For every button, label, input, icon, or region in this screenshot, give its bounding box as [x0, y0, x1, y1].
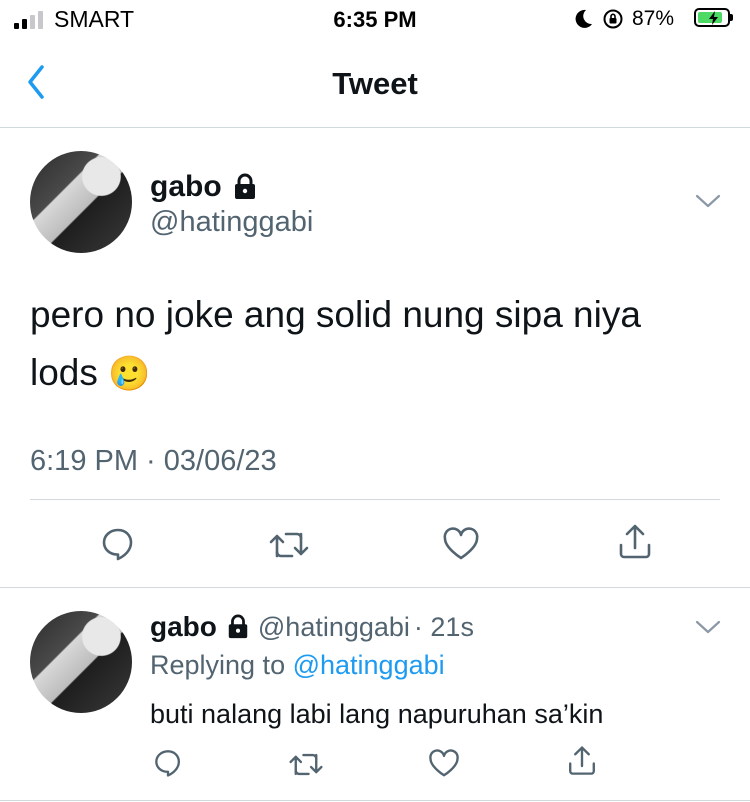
- avatar[interactable]: [30, 151, 132, 253]
- page-title: Tweet: [332, 66, 418, 101]
- reply-icon: [102, 528, 133, 561]
- reply-options-button[interactable]: [694, 618, 722, 641]
- replying-to: Replying to @hatinggabi: [150, 650, 445, 681]
- reply-display-name: gabo: [150, 611, 217, 642]
- retweet-icon: [269, 532, 309, 558]
- lock-icon: [234, 173, 255, 199]
- reply-divider: [0, 800, 750, 801]
- reply-button[interactable]: [100, 526, 136, 562]
- reply-share-icon: [569, 746, 595, 775]
- reply-like-button[interactable]: [428, 749, 460, 778]
- replying-to-label: Replying to: [150, 650, 293, 680]
- reply-lock-icon: [228, 614, 248, 639]
- emoji: 🥲: [108, 355, 151, 393]
- chevron-down-icon: [695, 194, 721, 208]
- tweet-options-button[interactable]: [694, 192, 722, 215]
- share-button[interactable]: [616, 523, 654, 561]
- reply-header[interactable]: gabo @hatinggabi · 21s: [150, 611, 474, 643]
- reply-chevron-down-icon: [695, 620, 721, 634]
- nav-divider: [0, 127, 750, 128]
- actions-divider: [0, 587, 750, 588]
- author-handle[interactable]: @hatinggabi: [150, 206, 313, 239]
- tweet-timestamp: 6:19 PM · 03/06/23: [30, 445, 277, 477]
- replying-to-link[interactable]: @hatinggabi: [293, 650, 445, 680]
- reply-avatar[interactable]: [30, 611, 132, 713]
- reply-age: · 21s: [413, 611, 474, 642]
- reply-reply-button[interactable]: [153, 748, 183, 778]
- tweet-text: pero no joke ang solid nung sipa niya lo…: [30, 286, 710, 403]
- like-button[interactable]: [442, 527, 480, 561]
- timestamp-divider: [30, 499, 720, 500]
- moon-icon: [572, 8, 594, 35]
- battery-charging-icon: [694, 8, 733, 27]
- orientation-lock-icon: [602, 8, 624, 35]
- share-icon: [619, 524, 651, 559]
- reply-retweet-button[interactable]: [288, 750, 324, 779]
- author-name-row[interactable]: gabo: [150, 170, 258, 204]
- like-icon: [443, 527, 479, 560]
- battery-percent: 87%: [632, 7, 675, 30]
- retweet-button[interactable]: [268, 528, 310, 562]
- reply-like-icon: [429, 749, 459, 777]
- reply-reply-icon: [155, 750, 180, 777]
- display-name: gabo: [150, 170, 222, 203]
- reply-retweet-icon: [289, 753, 323, 776]
- reply-handle: @hatinggabi: [257, 611, 410, 642]
- reply-text: buti nalang labi lang napuruhan sa’kin: [150, 699, 604, 729]
- reply-share-button[interactable]: [566, 745, 598, 777]
